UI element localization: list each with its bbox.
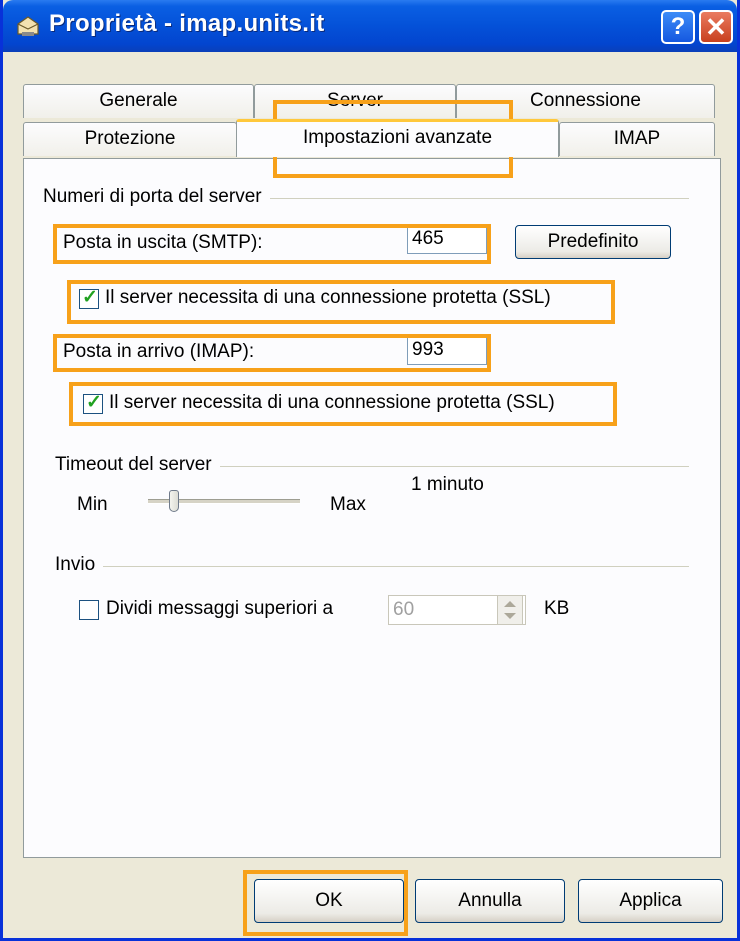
properties-dialog: Proprietà - imap.units.it ? ✕ Generale S… [0, 0, 740, 941]
slider-max-label: Max [330, 494, 366, 515]
tab-imap[interactable]: IMAP [559, 122, 715, 156]
timeout-value: 1 minuto [411, 474, 484, 495]
tab-label: Connessione [530, 90, 641, 111]
highlight-imap [53, 334, 491, 372]
group-label-ports: Numeri di porta del server [43, 186, 270, 208]
highlight-smtp [53, 224, 491, 264]
size-unit-label: KB [544, 598, 570, 619]
help-button[interactable]: ? [661, 10, 695, 44]
tab-label: IMAP [613, 128, 661, 149]
split-messages-checkbox[interactable] [79, 600, 99, 620]
slider-min-label: Min [77, 494, 108, 515]
spin-down-icon[interactable] [504, 613, 516, 619]
group-divider [55, 566, 689, 567]
default-port-button[interactable]: Predefinito [515, 225, 671, 259]
cancel-button[interactable]: Annulla [415, 879, 565, 923]
highlight-imap-ssl [69, 382, 617, 426]
title-bar[interactable]: Proprietà - imap.units.it ? ✕ [3, 0, 737, 52]
tab-impostazioni-avanzate[interactable]: Impostazioni avanzate [236, 119, 559, 157]
spin-up-icon[interactable] [504, 601, 516, 607]
close-button[interactable]: ✕ [699, 10, 733, 44]
split-size-spinner[interactable] [497, 595, 523, 625]
group-label-send: Invio [55, 554, 104, 576]
group-label-timeout: Timeout del server [55, 454, 220, 476]
window-title: Proprietà - imap.units.it [49, 10, 325, 37]
timeout-slider-thumb[interactable] [169, 490, 180, 512]
tab-label: Generale [99, 90, 178, 111]
highlight-smtp-ssl [67, 280, 615, 324]
tab-protezione[interactable]: Protezione [23, 122, 237, 156]
highlight-ok [243, 870, 408, 936]
mailbox-icon [17, 16, 39, 36]
tab-label: Impostazioni avanzate [302, 127, 493, 148]
apply-button[interactable]: Applica [578, 879, 723, 923]
tab-label: Protezione [84, 128, 176, 149]
tab-generale[interactable]: Generale [23, 84, 254, 118]
help-icon: ? [670, 13, 686, 40]
split-messages-label: Dividi messaggi superiori a [106, 598, 334, 619]
close-icon: ✕ [705, 12, 727, 42]
